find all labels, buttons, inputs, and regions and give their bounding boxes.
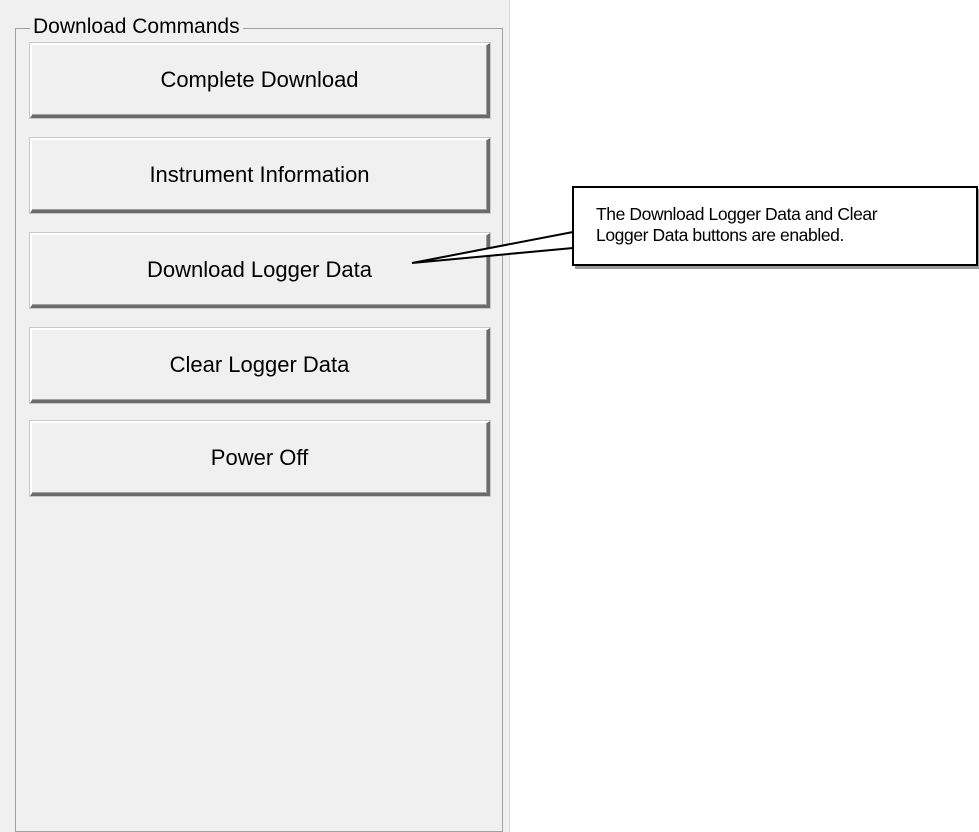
callout-text-line-1: The Download Logger Data and Clear (596, 204, 878, 224)
instrument-information-button[interactable]: Instrument Information (30, 138, 490, 213)
clear-logger-data-label: Clear Logger Data (169, 352, 350, 377)
complete-download-button[interactable]: Complete Download (30, 43, 490, 118)
screenshot-stage: Download Commands Complete Download Inst… (0, 0, 979, 832)
clear-logger-data-button[interactable]: Clear Logger Data (30, 328, 490, 403)
instrument-information-label: Instrument Information (149, 162, 370, 187)
download-logger-data-label: Download Logger Data (146, 257, 373, 282)
power-off-label: Power Off (210, 445, 309, 470)
power-off-button[interactable]: Power Off (30, 421, 490, 496)
groupbox-title: Download Commands (30, 14, 243, 40)
download-logger-data-button[interactable]: Download Logger Data (30, 233, 490, 308)
annotation-callout: The Download Logger Data and Clear Logge… (572, 186, 978, 266)
callout-text-line-2: Logger Data buttons are enabled. (596, 225, 844, 245)
complete-download-label: Complete Download (160, 67, 359, 92)
